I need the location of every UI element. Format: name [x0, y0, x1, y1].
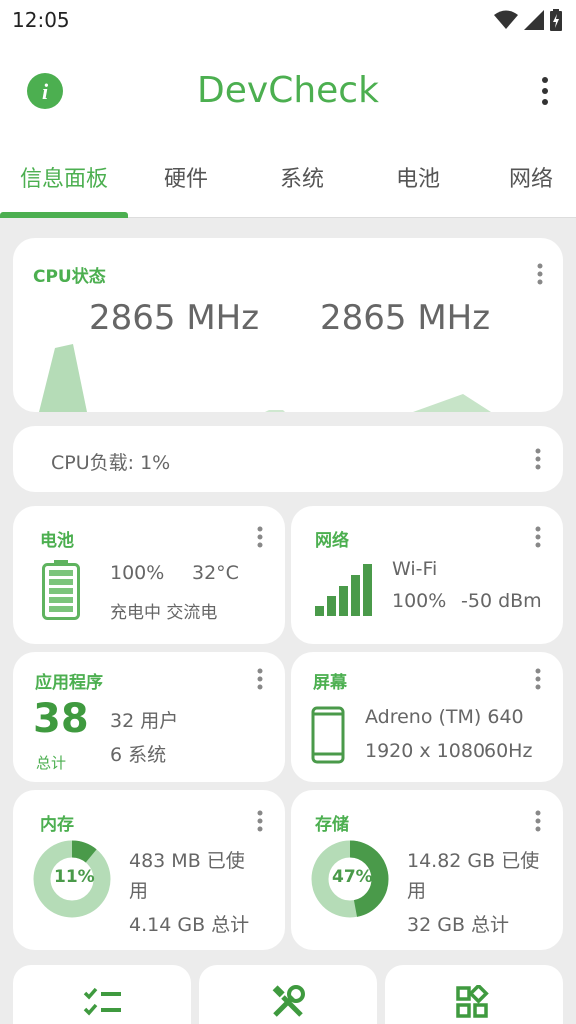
memory-used-cont: 用	[129, 880, 149, 902]
cell-signal-icon	[524, 10, 544, 30]
display-resolution: 1920 x 1080	[365, 740, 486, 762]
cpu-status-card[interactable]: CPU状态 2865 MHz 2865 MHz	[13, 238, 563, 412]
status-time: 12:05	[12, 8, 70, 32]
battery-temp: 32°C	[192, 562, 239, 584]
cpu-load-card[interactable]: CPU负载: 1%	[13, 426, 563, 492]
apps-card[interactable]: 应用程序 38 总计 32 用户 6 系统	[13, 652, 285, 782]
widgets-icon	[456, 985, 489, 1018]
memory-total: 4.14 GB 总计	[129, 914, 250, 936]
battery-charging-icon	[550, 9, 562, 31]
battery-title: 电池	[40, 531, 74, 551]
storage-total: 32 GB 总计	[407, 914, 510, 936]
apps-system: 6 系统	[110, 744, 167, 766]
tab-indicator	[0, 212, 128, 218]
storage-card-menu-icon[interactable]	[535, 810, 541, 832]
storage-used-cont: 用	[407, 880, 427, 902]
status-icons	[494, 9, 562, 31]
tab-network[interactable]: 网络	[476, 146, 576, 218]
tab-system[interactable]: 系统	[244, 146, 360, 218]
storage-title: 存储	[315, 815, 349, 835]
tools-button[interactable]	[199, 965, 377, 1024]
battery-card-menu-icon[interactable]	[257, 526, 263, 548]
network-signal: 100%	[392, 590, 447, 612]
status-bar: 12:05	[0, 0, 576, 40]
network-card[interactable]: 网络 Wi-Fi 100% -50 dBm	[291, 506, 563, 644]
tab-bar: 信息面板 硬件 系统 电池 网络	[0, 146, 576, 218]
battery-level: 100%	[110, 562, 165, 584]
display-card[interactable]: 屏幕 Adreno (TM) 640 1920 x 1080 60Hz	[291, 652, 563, 782]
tab-dashboard[interactable]: 信息面板	[0, 146, 128, 218]
apps-count-label: 总计	[36, 754, 67, 772]
signal-bars-icon	[315, 564, 372, 616]
more-options-icon[interactable]	[540, 76, 550, 106]
tools-icon	[272, 985, 305, 1017]
checklist-icon	[83, 987, 121, 1016]
memory-used: 483 MB 已使	[129, 850, 245, 872]
apps-user: 32 用户	[110, 710, 179, 732]
storage-card[interactable]: 存储 47% 14.82 GB 已使 用 32 GB 总计	[291, 790, 563, 950]
storage-used: 14.82 GB 已使	[407, 850, 540, 872]
cpu-load-menu-icon[interactable]	[535, 448, 541, 470]
wifi-icon	[494, 10, 518, 29]
apps-title: 应用程序	[35, 673, 103, 693]
display-gpu: Adreno (TM) 640	[365, 706, 524, 728]
display-card-menu-icon[interactable]	[535, 668, 541, 690]
cpu-load-text: CPU负载: 1%	[51, 452, 171, 474]
network-title: 网络	[315, 531, 349, 551]
battery-status: 充电中 交流电	[110, 603, 218, 623]
tab-battery[interactable]: 电池	[360, 146, 476, 218]
memory-title: 内存	[40, 815, 74, 835]
network-card-menu-icon[interactable]	[535, 526, 541, 548]
apps-count: 38	[33, 696, 89, 742]
network-dbm: -50 dBm	[461, 590, 542, 612]
cpu-usage-graph	[39, 344, 491, 412]
phone-icon	[311, 706, 345, 764]
display-title: 屏幕	[313, 673, 347, 693]
network-type: Wi-Fi	[392, 558, 438, 580]
display-refresh: 60Hz	[484, 740, 533, 762]
memory-card-menu-icon[interactable]	[257, 810, 263, 832]
apps-card-menu-icon[interactable]	[257, 668, 263, 690]
battery-card[interactable]: 电池 100% 32°C 充电中 交流电	[13, 506, 285, 644]
memory-percent: 11%	[54, 867, 95, 887]
memory-card[interactable]: 内存 11% 483 MB 已使 用 4.14 GB 总计	[13, 790, 285, 950]
tests-button[interactable]	[13, 965, 191, 1024]
storage-percent: 47%	[332, 867, 373, 887]
app-bar: i DevCheck	[0, 40, 576, 146]
battery-full-icon	[42, 560, 80, 620]
tab-hardware[interactable]: 硬件	[128, 146, 244, 218]
widgets-button[interactable]	[385, 965, 563, 1024]
app-title: DevCheck	[197, 70, 379, 111]
